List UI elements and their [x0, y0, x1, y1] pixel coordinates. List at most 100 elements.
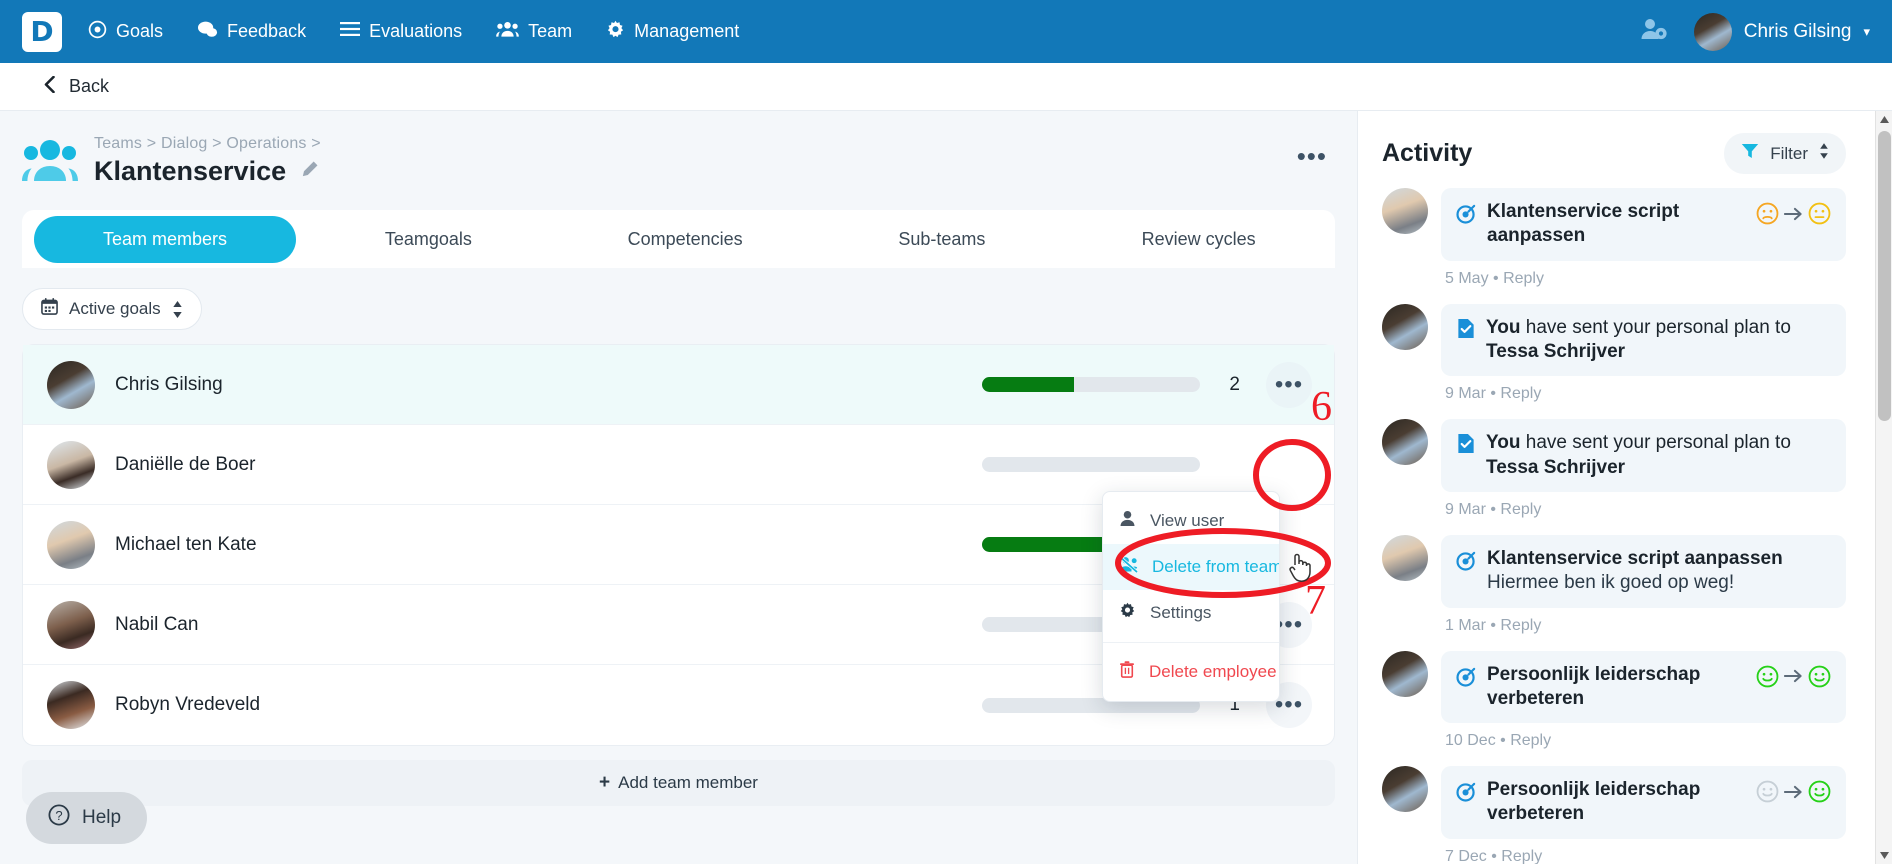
list-item[interactable]: Klantenservice script aanpassen Hiermee b…: [1382, 534, 1846, 647]
menu-item-label: View user: [1150, 511, 1225, 530]
scrollbar-thumb[interactable]: [1878, 131, 1891, 421]
tab-review-cycles[interactable]: Review cycles: [1074, 216, 1323, 263]
activity-scrollbar[interactable]: [1875, 111, 1892, 864]
team-overflow-menu-button[interactable]: •••: [1297, 133, 1327, 169]
arrow-right-icon: [1784, 785, 1802, 798]
arrow-right-icon: [1784, 669, 1802, 683]
reply-link[interactable]: Reply: [1500, 385, 1541, 402]
activity-title-text: Klantenservice script aanpassen: [1487, 200, 1746, 249]
people-icon: [496, 21, 519, 43]
activity-bubble: You have sent your personal plan to Tess…: [1441, 303, 1846, 377]
app-logo[interactable]: D: [22, 11, 62, 52]
menu-item-delete-employee[interactable]: Delete employee: [1103, 649, 1279, 695]
activity-filter-button[interactable]: Filter: [1724, 133, 1846, 174]
chevron-down-icon: ▾: [1863, 23, 1870, 39]
reply-link[interactable]: Reply: [1501, 848, 1542, 864]
activity-date: 5 May: [1445, 269, 1489, 287]
help-button[interactable]: ? Help: [26, 792, 148, 844]
tab-teamgoals[interactable]: Teamgoals: [304, 216, 553, 263]
team-tabs: Team members Teamgoals Competencies Sub-…: [22, 210, 1335, 268]
mood-change: [1756, 200, 1831, 225]
activity-body: You have sent your personal plan to Tess…: [1441, 419, 1846, 531]
row-right: •••: [982, 442, 1312, 488]
progress-segment: [982, 537, 1102, 552]
activity-panel: Activity Filter Klantenservice script aa…: [1357, 111, 1892, 864]
reply-link[interactable]: Reply: [1510, 732, 1551, 749]
active-goals-filter[interactable]: Active goals: [22, 288, 202, 330]
document-check-icon: [1456, 316, 1476, 344]
activity-meta: 10 Dec • Reply: [1445, 732, 1552, 750]
avatar: [47, 520, 95, 569]
member-name: Nabil Can: [115, 613, 199, 635]
activity-meta: 7 Dec • Reply: [1445, 847, 1543, 864]
activity-title: Activity: [1382, 139, 1473, 167]
tab-team-members[interactable]: Team members: [34, 215, 296, 263]
nav-item-goals[interactable]: Goals: [88, 20, 163, 44]
activity-meta: 5 May • Reply: [1445, 269, 1544, 287]
activity-goal-title: Persoonlijk leiderschap verbeteren: [1487, 663, 1701, 709]
avatar: [1382, 419, 1428, 466]
activity-body-text: have sent your personal plan to: [1525, 432, 1791, 454]
nav-item-team[interactable]: Team: [496, 21, 572, 43]
pencil-icon[interactable]: [300, 160, 319, 184]
filter-row: Active goals: [0, 268, 1357, 330]
team-people-icon: [22, 139, 78, 188]
activity-goal-title: Klantenservice script aanpassen: [1487, 547, 1783, 569]
team-titles: Teams > Dialog > Operations > Klantenser…: [94, 133, 321, 187]
breadcrumb[interactable]: Teams > Dialog > Operations >: [94, 133, 321, 153]
svg-text:?: ?: [55, 808, 62, 823]
reply-link[interactable]: Reply: [1500, 617, 1541, 634]
list-item[interactable]: Persoonlijk leiderschap verbeteren 7 Dec…: [1382, 766, 1846, 864]
add-team-member-button[interactable]: + Add team member: [22, 760, 1335, 806]
tab-competencies[interactable]: Competencies: [561, 216, 810, 263]
user-settings-icon[interactable]: [1640, 17, 1668, 46]
list-item[interactable]: You have sent your personal plan to Tess…: [1382, 303, 1846, 416]
activity-bubble: Persoonlijk leiderschap verbeteren: [1441, 650, 1846, 724]
activity-body: You have sent your personal plan to Tess…: [1441, 303, 1846, 416]
menu-item-delete-from-team[interactable]: Delete from team: [1103, 544, 1279, 590]
nav-item-feedback[interactable]: Feedback: [197, 20, 306, 44]
menu-item-view-user[interactable]: View user: [1103, 498, 1279, 544]
reply-link[interactable]: Reply: [1503, 270, 1544, 287]
row-overflow-menu-button[interactable]: •••: [1266, 361, 1312, 408]
nav-item-evaluations[interactable]: Evaluations: [340, 21, 462, 42]
target-icon: [88, 20, 107, 44]
mood-happy-icon: [1808, 665, 1831, 687]
activity-body: Klantenservice script aanpassen 5 May • …: [1441, 188, 1846, 300]
list-item[interactable]: Persoonlijk leiderschap verbeteren 10 De…: [1382, 650, 1846, 763]
top-navigation-bar: D Goals Feedback Evaluations Team Manage…: [0, 0, 1892, 63]
table-row[interactable]: Chris Gilsing 2 •••: [23, 345, 1334, 425]
menu-item-settings[interactable]: Settings: [1103, 590, 1279, 636]
activity-meta: 1 Mar • Reply: [1445, 616, 1542, 634]
avatar: [1693, 12, 1732, 51]
nav-item-management[interactable]: Management: [606, 20, 739, 44]
scroll-up-arrow[interactable]: [1876, 111, 1892, 128]
avatar: [1382, 188, 1428, 234]
activity-meta: 9 Mar • Reply: [1445, 385, 1542, 403]
team-title-row: Klantenservice: [94, 156, 321, 187]
goal-target-icon: [1456, 778, 1477, 807]
user-menu[interactable]: Chris Gilsing ▾: [1693, 12, 1870, 51]
trash-icon: [1119, 661, 1135, 683]
user-icon: [1119, 510, 1136, 532]
list-item[interactable]: You have sent your personal plan to Tess…: [1382, 419, 1846, 531]
tab-sub-teams[interactable]: Sub-teams: [818, 216, 1067, 263]
back-button[interactable]: Back: [44, 75, 109, 98]
activity-goal-title: Persoonlijk leiderschap verbeteren: [1487, 779, 1701, 825]
reply-link[interactable]: Reply: [1500, 501, 1541, 518]
menu-divider: [1103, 642, 1279, 643]
active-goals-filter-label: Active goals: [69, 299, 161, 318]
activity-actor: You: [1486, 432, 1521, 454]
nav-label: Goals: [116, 21, 164, 41]
activity-body: Klantenservice script aanpassen Hiermee b…: [1441, 534, 1846, 647]
activity-bubble: You have sent your personal plan to Tess…: [1441, 419, 1846, 492]
activity-recipient: Tessa Schrijver: [1486, 340, 1626, 362]
arrow-right-icon: [1784, 207, 1802, 220]
row-right: 2 •••: [982, 361, 1312, 408]
goal-progress-bar: [982, 377, 1200, 392]
activity-bubble: Klantenservice script aanpassen Hiermee b…: [1441, 534, 1846, 608]
list-item[interactable]: Klantenservice script aanpassen 5 May • …: [1382, 188, 1846, 300]
avatar: [1382, 534, 1428, 581]
scroll-down-arrow[interactable]: [1876, 847, 1892, 864]
team-head-row: Teams > Dialog > Operations > Klantenser…: [0, 133, 1357, 188]
